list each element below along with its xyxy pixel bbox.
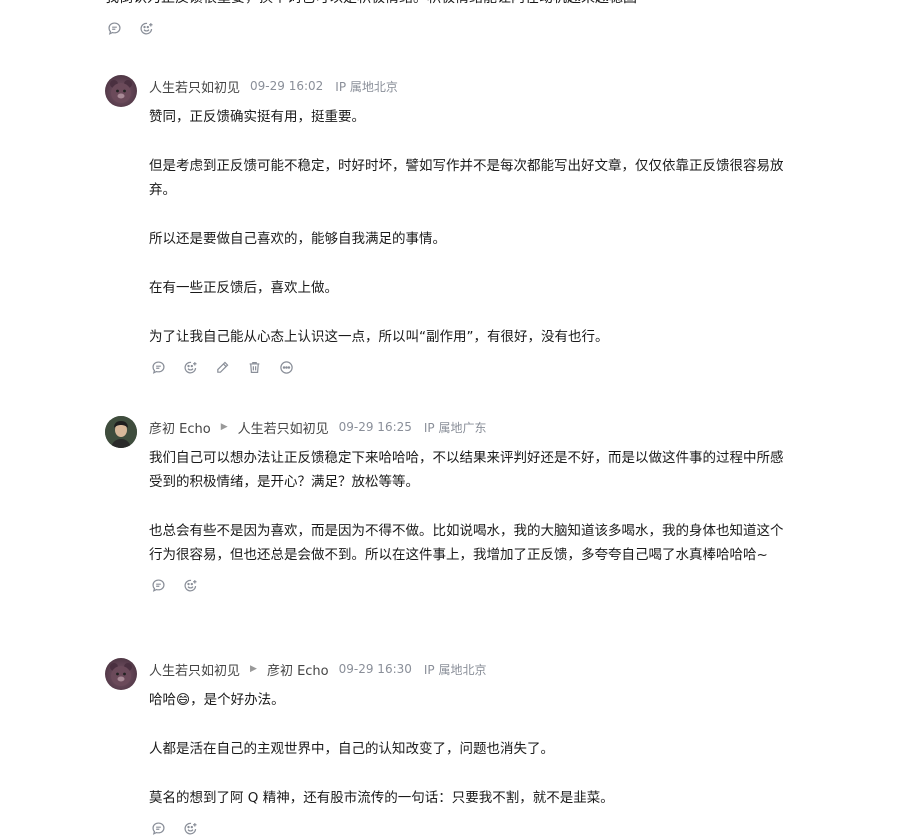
comment-meta: 彦初 Echo ▶ 人生若只如初见 09-29 16:25 IP 属地广东 bbox=[149, 416, 785, 438]
reply-to-name[interactable]: 人生若只如初见 bbox=[238, 418, 329, 437]
delete-icon[interactable] bbox=[245, 358, 263, 376]
reply-arrow-icon: ▶ bbox=[250, 664, 257, 674]
comment-time: 09-29 16:25 bbox=[338, 420, 412, 434]
like-icon[interactable] bbox=[181, 819, 199, 837]
comment-paragraph: 也总会有些不是因为喜欢，而是因为不得不做。比如说喝水，我的大脑知道该多喝水，我的… bbox=[149, 523, 784, 563]
ip-location: IP 属地广东 bbox=[423, 420, 487, 435]
reply-icon[interactable] bbox=[149, 358, 167, 376]
more-icon[interactable] bbox=[277, 358, 295, 376]
comment-time: 09-29 16:30 bbox=[338, 662, 412, 676]
ip-location: IP 属地北京 bbox=[335, 79, 398, 94]
reply-icon[interactable] bbox=[149, 819, 167, 837]
author-name[interactable]: 彦初 Echo bbox=[149, 418, 211, 437]
author-name[interactable]: 人生若只如初见 bbox=[149, 77, 240, 96]
comment-paragraph: 所以还是要做自己喜欢的，能够自我满足的事情。 bbox=[149, 231, 446, 247]
comment-paragraph: 我们自己可以想办法让正反馈稳定下来哈哈哈，不以结果来评判好还是不好，而是以做这件… bbox=[149, 450, 784, 490]
reply-icon[interactable] bbox=[105, 19, 123, 37]
comment-paragraph: 在有一些正反馈后，喜欢上做。 bbox=[149, 280, 338, 296]
ip-location: IP 属地北京 bbox=[423, 662, 487, 677]
avatar[interactable] bbox=[105, 75, 137, 107]
comment-time: 09-29 16:02 bbox=[250, 79, 324, 93]
like-icon[interactable] bbox=[137, 19, 155, 37]
comment-actions bbox=[149, 819, 785, 837]
reply-to-name[interactable]: 彦初 Echo bbox=[267, 660, 329, 679]
comment-paragraph: 但是考虑到正反馈可能不稳定，时好时坏，譬如写作并不是每次都能写出好文章，仅仅依靠… bbox=[149, 158, 784, 198]
avatar[interactable] bbox=[105, 416, 137, 448]
comment-actions bbox=[149, 358, 785, 376]
like-icon[interactable] bbox=[181, 576, 199, 594]
like-icon[interactable] bbox=[181, 358, 199, 376]
comment-content: 我们自己可以想办法让正反馈稳定下来哈哈哈，不以结果来评判好还是不好，而是以做这件… bbox=[149, 446, 785, 567]
comment-paragraph: 莫名的想到了阿 Q 精神，还有股市流传的一句话：只要我不割，就不是韭菜。 bbox=[149, 790, 614, 806]
comment-meta: 人生若只如初见 09-29 16:02 IP 属地北京 bbox=[149, 75, 785, 97]
reply-icon[interactable] bbox=[149, 576, 167, 594]
comment-paragraph: 哈哈😄，是个好办法。 bbox=[149, 692, 285, 708]
comment-paragraph: 赞同，正反馈确实挺有用，挺重要。 bbox=[149, 109, 365, 125]
comment-actions bbox=[149, 576, 785, 594]
edit-icon[interactable] bbox=[213, 358, 231, 376]
comment-content: 赞同，正反馈确实挺有用，挺重要。 但是考虑到正反馈可能不稳定，时好时坏，譬如写作… bbox=[149, 105, 785, 349]
previous-comment-actions bbox=[105, 19, 155, 37]
avatar[interactable] bbox=[105, 658, 137, 690]
comment-paragraph: 为了让我自己能从心态上认识这一点，所以叫“副作用”，有很好，没有也行。 bbox=[149, 329, 609, 345]
previous-comment-text: 我倒认为正反馈很重要，换个词也可以是积极情绪。积极情绪能让内在动机越来越稳固 bbox=[105, 0, 785, 10]
comment-meta: 人生若只如初见 ▶ 彦初 Echo 09-29 16:30 IP 属地北京 bbox=[149, 658, 785, 680]
comment-content: 哈哈😄，是个好办法。 人都是活在自己的主观世界中，自己的认知改变了，问题也消失了… bbox=[149, 688, 785, 810]
author-name[interactable]: 人生若只如初见 bbox=[149, 660, 240, 679]
comment-paragraph: 人都是活在自己的主观世界中，自己的认知改变了，问题也消失了。 bbox=[149, 741, 554, 757]
reply-arrow-icon: ▶ bbox=[220, 422, 228, 432]
